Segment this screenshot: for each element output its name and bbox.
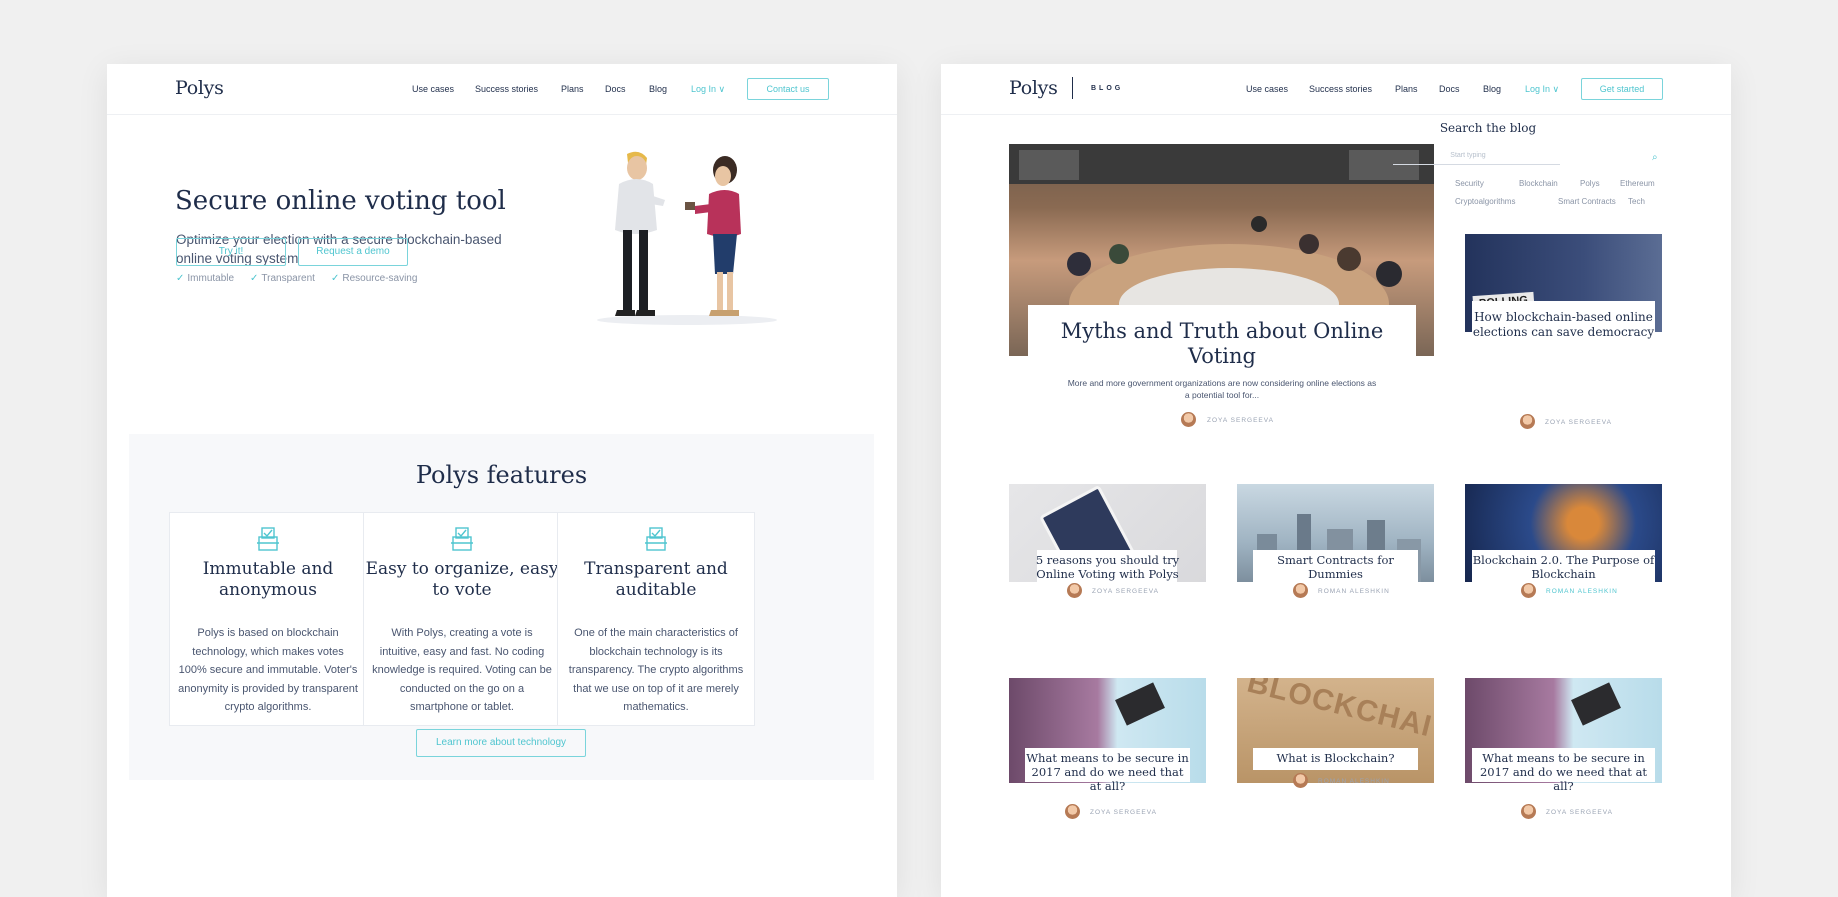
feature-card: Immutable and anonymous Polys is based o… [169,512,367,726]
nav-plans[interactable]: Plans [561,84,584,94]
landing-page-panel: Polys Use cases Success stories Plans Do… [107,64,897,897]
features-section: Polys features Immutable and anonymous P… [129,434,874,780]
contact-us-button[interactable]: Contact us [747,78,829,100]
nav-success-stories[interactable]: Success stories [475,84,538,94]
learn-more-button[interactable]: Learn more about technology [416,729,586,757]
author-avatar [1521,583,1536,598]
feature-card: Transparent and auditable One of the mai… [557,512,755,726]
tag-cryptoalgorithms[interactable]: Cryptoalgorithms [1455,197,1515,206]
check-icon: ✓ [176,273,185,284]
feature-title: Transparent and auditable [584,559,728,600]
post-title[interactable]: What means to be secure in 2017 and do w… [1025,751,1190,793]
post-title[interactable]: What is Blockchain? [1253,751,1418,765]
tag-security[interactable]: Security [1455,179,1484,188]
check-icon: ✓ [250,273,259,284]
tag-smart-contracts[interactable]: Smart Contracts [1558,197,1616,206]
search-title: Search the blog [1439,121,1537,135]
nav-success-stories[interactable]: Success stories [1309,84,1372,94]
request-demo-button[interactable]: Request a demo [298,238,408,266]
logo-divider [1072,77,1073,99]
feature-card: Easy to organize, easy to vote With Poly… [363,512,561,726]
author-name[interactable]: ZOYA SERGEEVA [1546,809,1613,816]
author-avatar [1520,414,1535,429]
nav-use-cases[interactable]: Use cases [1246,84,1288,94]
author-avatar [1065,804,1080,819]
try-it-button[interactable]: Try it! [176,238,286,266]
post-title[interactable]: Smart Contracts for Dummies [1253,553,1418,581]
nav-docs[interactable]: Docs [1439,84,1460,94]
ballot-box-icon [257,527,279,551]
author-name[interactable]: ZOYA SERGEEVA [1092,588,1159,595]
author-avatar [1181,412,1196,427]
hero-illustration [577,144,797,329]
author-name[interactable]: ZOYA SERGEEVA [1545,419,1612,426]
post-title[interactable]: Blockchain 2.0. The Purpose of Blockchai… [1472,553,1655,581]
search-input[interactable]: Start typing [1393,152,1543,159]
feature-text: One of the main characteristics of block… [568,627,744,713]
feature-title: Easy to organize, easy to vote [365,559,559,600]
author-name[interactable]: ROMAN ALESHKIN [1546,588,1618,595]
check-icon: ✓ [331,273,340,284]
features-title: Polys features [415,461,588,489]
feature-title: Immutable and anonymous [202,559,334,600]
top-nav: Polys BLOG Use cases Success stories Pla… [941,64,1731,115]
post-title[interactable]: 5 reasons you should try Online Voting w… [1025,553,1190,581]
author-name[interactable]: ZOYA SERGEEVA [1207,417,1274,424]
featured-excerpt: More and more government organizations a… [1067,378,1377,400]
logo[interactable]: Polys [1009,77,1058,99]
search-underline [1393,164,1560,165]
author-name[interactable]: ROMAN ALESHKIN [1318,588,1390,595]
tag-ethereum[interactable]: Ethereum [1620,179,1655,188]
tag-polys[interactable]: Polys [1580,179,1600,188]
nav-blog[interactable]: Blog [1483,84,1501,94]
nav-plans[interactable]: Plans [1395,84,1418,94]
check-resource-saving: ✓ Resource-saving [331,273,418,284]
side-post-title[interactable]: How blockchain-based online elections ca… [1472,310,1655,340]
search-icon[interactable]: ⌕ [1652,152,1658,163]
check-immutable: ✓ Immutable [176,273,235,284]
top-nav: Polys Use cases Success stories Plans Do… [107,64,897,115]
feature-text: With Polys, creating a vote is intuitive… [372,627,552,713]
tag-blockchain[interactable]: Blockchain [1519,179,1558,188]
tag-tech[interactable]: Tech [1628,197,1645,206]
ballot-box-icon [451,527,473,551]
nav-login-dropdown[interactable]: Log In ∨ [1525,84,1559,95]
ballot-box-icon [645,527,667,551]
author-avatar [1293,583,1308,598]
feature-text: Polys is based on blockchain technology,… [178,627,358,713]
author-name[interactable]: ROMAN ALESHKIN [1318,778,1390,785]
hero-title: Secure online voting tool [175,186,506,216]
nav-use-cases[interactable]: Use cases [412,84,454,94]
nav-blog[interactable]: Blog [649,84,667,94]
get-started-button[interactable]: Get started [1581,78,1663,100]
check-transparent: ✓ Transparent [250,273,315,284]
featured-post-title[interactable]: Myths and Truth about Online Voting [1028,319,1416,369]
blog-label: BLOG [1091,85,1124,92]
author-name[interactable]: ZOYA SERGEEVA [1090,809,1157,816]
nav-docs[interactable]: Docs [605,84,626,94]
author-avatar [1067,583,1082,598]
blog-page-panel: Polys BLOG Use cases Success stories Pla… [941,64,1731,897]
logo[interactable]: Polys [175,77,224,99]
author-avatar [1521,804,1536,819]
people-illustration [597,151,777,325]
post-title[interactable]: What means to be secure in 2017 and do w… [1472,751,1655,793]
blockchain-sand-text: BLOCKCHAI [1243,678,1434,744]
camera-graphic [1571,682,1621,726]
author-avatar [1293,773,1308,788]
camera-graphic [1115,682,1165,726]
nav-login-dropdown[interactable]: Log In ∨ [691,84,725,95]
